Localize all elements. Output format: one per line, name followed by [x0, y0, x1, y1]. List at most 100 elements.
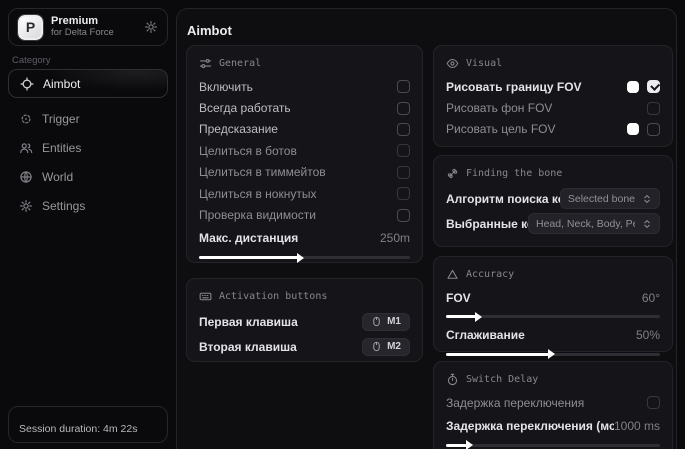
sidebar: P Premium for Delta Force Category Aimbo… — [0, 0, 176, 449]
first-key-button[interactable]: M1 — [362, 313, 410, 331]
finding-header: Finding the bone — [446, 165, 660, 182]
slider-label-row: Задержка переключения (мс) 1000 ms — [446, 415, 660, 436]
general-card: General Включить Всегда работать Предска… — [186, 45, 423, 263]
second-key-button[interactable]: M2 — [362, 338, 410, 356]
mouse-icon — [371, 341, 382, 352]
fov-value: 60° — [642, 291, 660, 305]
setting-row: Задержка переключения — [446, 392, 660, 413]
finding-header-label: Finding the bone — [466, 168, 562, 179]
target-bots-checkbox[interactable] — [397, 144, 410, 157]
sidebar-item-world[interactable]: World — [8, 163, 168, 191]
bone-algorithm-dropdown[interactable]: Selected bone — [560, 188, 660, 209]
keybind-row: Первая клавиша M1 — [199, 309, 410, 334]
setting-row: Целиться в нокнутых — [199, 183, 410, 204]
dropdown-row: Алгоритм поиска кост Selected bone — [446, 186, 660, 211]
max-distance-value: 250m — [380, 231, 410, 245]
session-duration-label: Session duration: 4m 22s — [19, 423, 137, 435]
fov-slider[interactable] — [446, 315, 660, 318]
fov-border-color-swatch[interactable] — [627, 81, 639, 93]
accuracy-header-label: Accuracy — [466, 269, 514, 280]
prediction-checkbox[interactable] — [397, 123, 410, 136]
switch-delay-ms-label: Задержка переключения (мс) — [446, 419, 614, 433]
sidebar-item-trigger[interactable]: Trigger — [8, 105, 168, 133]
control-group — [627, 80, 660, 93]
smoothing-label: Сглаживание — [446, 328, 525, 342]
sidebar-item-entities[interactable]: Entities — [8, 134, 168, 162]
mouse-icon — [371, 316, 382, 327]
draw-fov-bg-checkbox[interactable] — [647, 102, 660, 115]
target-teammates-checkbox[interactable] — [397, 166, 410, 179]
first-key-value: M1 — [387, 316, 401, 327]
control-group — [647, 102, 660, 115]
enable-checkbox[interactable] — [397, 80, 410, 93]
keyboard-icon — [199, 290, 212, 303]
unfold-icon — [642, 219, 652, 229]
smoothing-value: 50% — [636, 328, 660, 342]
general-header: General — [199, 55, 410, 72]
accuracy-header: Accuracy — [446, 266, 660, 283]
setting-row: Целиться в тиммейтов — [199, 162, 410, 183]
setting-row: Проверка видимости — [199, 204, 410, 225]
trigger-icon — [19, 112, 33, 126]
brand-logo: P — [18, 15, 43, 40]
brand-subtitle: for Delta Force — [51, 28, 136, 39]
slider-label-row: Макс. дистанция 250m — [199, 228, 410, 249]
draw-fov-border-checkbox[interactable] — [647, 80, 660, 93]
target-knocked-checkbox[interactable] — [397, 187, 410, 200]
setting-label: Включить — [199, 80, 253, 94]
session-duration-box: Session duration: 4m 22s — [8, 406, 168, 443]
setting-label: Предсказание — [199, 122, 278, 136]
activation-header: Activation buttons — [199, 288, 410, 305]
brand-text: Premium for Delta Force — [51, 15, 136, 39]
tune-icon — [199, 57, 212, 70]
gear-icon[interactable] — [144, 20, 158, 34]
unfold-icon — [642, 194, 652, 204]
sidebar-item-label: Aimbot — [43, 77, 80, 91]
smoothing-slider[interactable] — [446, 353, 660, 356]
slider-fill[interactable] — [446, 353, 549, 356]
setting-label: Проверка видимости — [199, 208, 316, 222]
finding-bone-card: Finding the bone Алгоритм поиска кост Se… — [433, 155, 673, 247]
draw-fov-target-checkbox[interactable] — [647, 123, 660, 136]
triangle-icon — [446, 268, 459, 281]
visual-header-label: Visual — [466, 58, 502, 69]
selected-bones-dropdown[interactable]: Head, Neck, Body, Pe... — [528, 213, 660, 234]
sidebar-item-label: Trigger — [42, 112, 80, 126]
setting-row: Включить — [199, 76, 410, 97]
setting-row: Рисовать границу FOV — [446, 76, 660, 97]
setting-label: Целиться в нокнутых — [199, 187, 316, 201]
setting-label: Целиться в ботов — [199, 144, 297, 158]
switch-delay-card: Switch Delay Задержка переключения Задер… — [433, 361, 673, 449]
sidebar-item-aimbot[interactable]: Aimbot — [8, 69, 168, 98]
setting-row: Рисовать цель FOV — [446, 119, 660, 140]
dropdown-row: Выбранные кос Head, Neck, Body, Pe... — [446, 211, 660, 236]
bone-icon — [446, 167, 459, 180]
visual-header: Visual — [446, 55, 660, 72]
setting-row: Предсказание — [199, 119, 410, 140]
selected-bones-value: Head, Neck, Body, Pe... — [536, 218, 635, 230]
visibility-check-checkbox[interactable] — [397, 209, 410, 222]
selected-bones-label: Выбранные кос — [446, 217, 528, 231]
fov-label: FOV — [446, 291, 471, 305]
sidebar-item-settings[interactable]: Settings — [8, 192, 168, 220]
max-distance-slider[interactable] — [199, 256, 410, 259]
sidebar-item-label: Settings — [42, 199, 85, 213]
switch-delay-slider[interactable] — [446, 444, 660, 447]
accuracy-card: Accuracy FOV 60° Сглаживание 50% — [433, 256, 673, 352]
category-label: Category — [12, 55, 51, 66]
general-header-label: General — [219, 58, 261, 69]
switch-delay-checkbox[interactable] — [647, 396, 660, 409]
max-distance-label: Макс. дистанция — [199, 231, 298, 245]
switch-delay-header-label: Switch Delay — [466, 374, 538, 385]
draw-fov-target-label: Рисовать цель FOV — [446, 122, 556, 136]
slider-fill[interactable] — [446, 315, 476, 318]
sidebar-item-label: Entities — [42, 141, 81, 155]
setting-label: Целиться в тиммейтов — [199, 165, 326, 179]
slider-fill[interactable] — [446, 444, 467, 447]
slider-fill[interactable] — [199, 256, 298, 259]
brand-title: Premium — [51, 15, 136, 28]
eye-icon — [446, 57, 459, 70]
fov-target-color-swatch[interactable] — [627, 123, 639, 135]
brand-card: P Premium for Delta Force — [8, 8, 168, 46]
always-work-checkbox[interactable] — [397, 102, 410, 115]
